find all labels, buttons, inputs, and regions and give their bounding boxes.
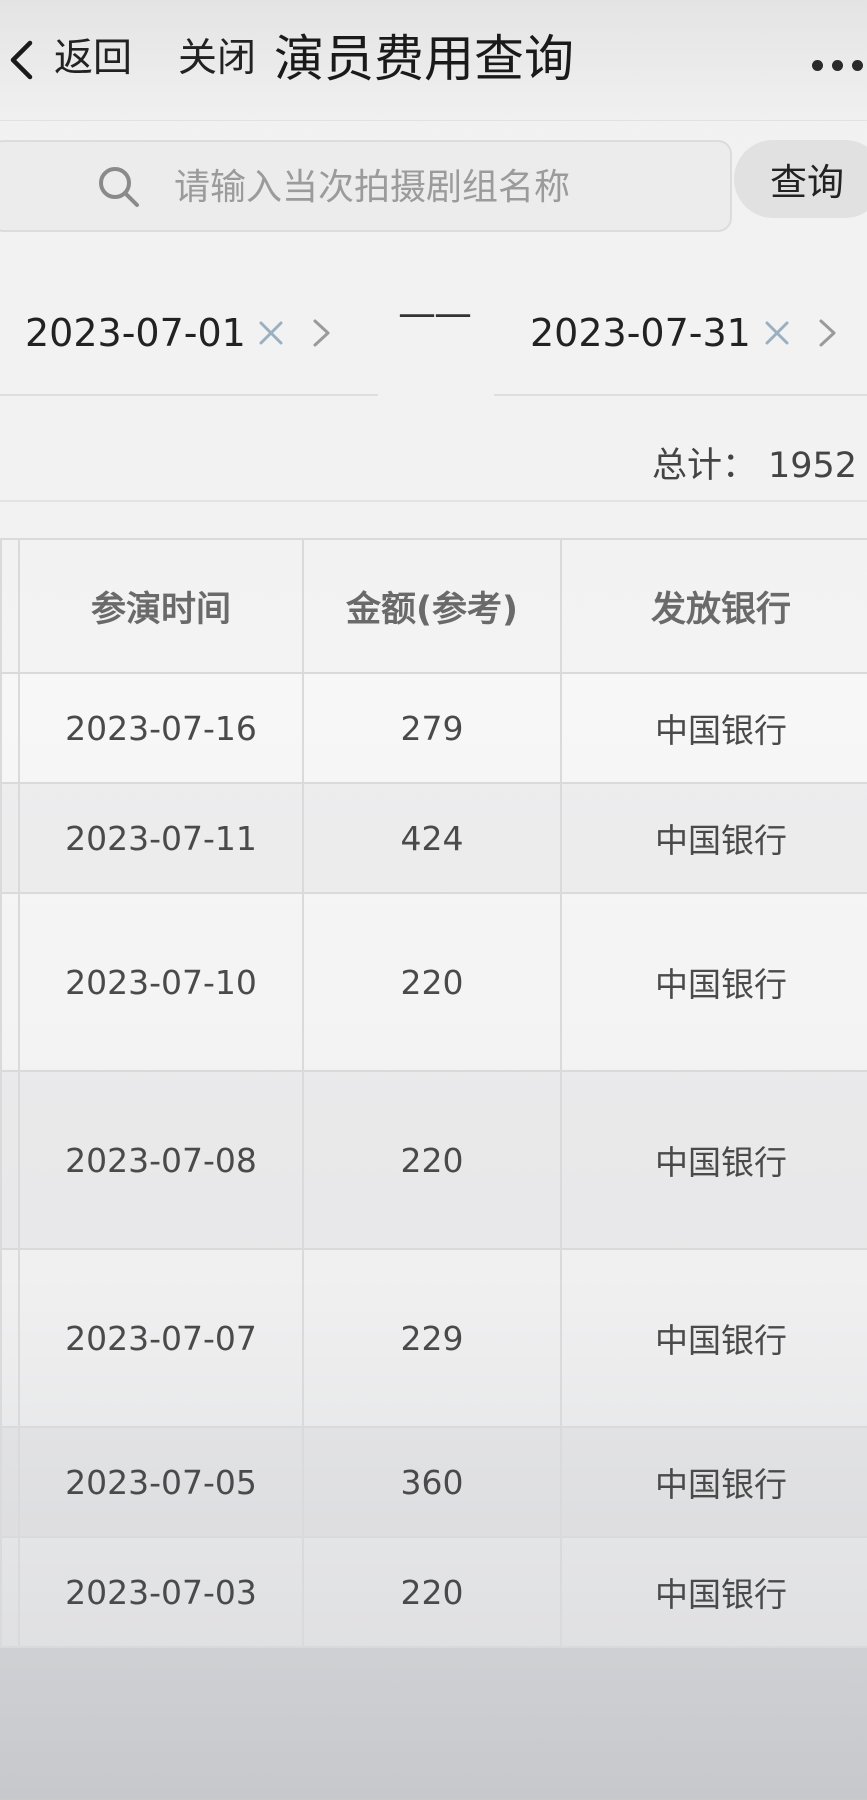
search-button[interactable]: 查询	[734, 140, 867, 218]
search-input[interactable]	[172, 156, 696, 218]
table-cell-bank: 中国银行	[560, 672, 867, 784]
total-summary: 总计： 1952	[0, 420, 867, 502]
table-cell-stub	[0, 1070, 20, 1250]
table-cell-bank: 中国银行	[560, 1248, 867, 1428]
search-icon	[99, 167, 139, 207]
close-icon[interactable]	[762, 318, 792, 348]
table-cell-date: 2023-07-07	[18, 1248, 304, 1428]
table-cell-bank: 中国银行	[560, 1070, 867, 1250]
table-cell-date: 2023-07-11	[18, 782, 304, 894]
table-cell-amount: 424	[302, 782, 562, 894]
back-button[interactable]: 返回	[54, 34, 132, 84]
table-cell-date: 2023-07-08	[18, 1070, 304, 1250]
table-row: 2023-07-08 220 中国银行	[0, 1070, 867, 1250]
table-cell-stub	[0, 1248, 20, 1428]
table-cell-bank: 中国银行	[560, 1426, 867, 1538]
table-cell-date: 2023-07-05	[18, 1426, 304, 1538]
table-row: 2023-07-11 424 中国银行	[0, 782, 867, 894]
table-cell-amount: 220	[302, 1070, 562, 1250]
total-value: 1952	[768, 446, 858, 486]
table-cell-amount: 229	[302, 1248, 562, 1428]
table-row: 2023-07-05 360 中国银行	[0, 1426, 867, 1538]
table-header-stub	[0, 538, 20, 674]
table-cell-bank: 中国银行	[560, 892, 867, 1072]
table-cell-date: 2023-07-10	[18, 892, 304, 1072]
end-date-value: 2023-07-31	[530, 311, 751, 355]
date-range-separator: ——	[398, 291, 472, 335]
table-cell-bank: 中国银行	[560, 1536, 867, 1648]
table-row: 2023-07-03 220 中国银行	[0, 1536, 867, 1648]
end-date-picker[interactable]: 2023-07-31	[494, 296, 867, 396]
start-date-value: 2023-07-01	[25, 311, 246, 355]
chevron-right-icon[interactable]	[812, 318, 842, 348]
chevron-right-icon[interactable]	[306, 318, 336, 348]
table-cell-date: 2023-07-16	[18, 672, 304, 784]
page-title: 演员费用查询	[274, 30, 574, 88]
more-dots-icon[interactable]	[812, 56, 867, 71]
chevron-left-icon[interactable]	[8, 40, 36, 80]
table-row: 2023-07-07 229 中国银行	[0, 1248, 867, 1428]
table-cell-amount: 279	[302, 672, 562, 784]
table-cell-stub	[0, 892, 20, 1072]
table-row: 2023-07-10 220 中国银行	[0, 892, 867, 1072]
search-box[interactable]	[0, 140, 732, 232]
table-header-amount: 金额(参考)	[302, 538, 562, 674]
close-button[interactable]: 关闭	[178, 34, 256, 84]
table-cell-amount: 360	[302, 1426, 562, 1538]
start-date-picker[interactable]: 2023-07-01	[0, 296, 378, 396]
table-cell-amount: 220	[302, 892, 562, 1072]
close-icon[interactable]	[256, 318, 286, 348]
table-header-row: 参演时间 金额(参考) 发放银行	[0, 538, 867, 674]
table-cell-stub	[0, 672, 20, 784]
table-cell-stub	[0, 782, 20, 894]
nav-bar: 返回 关闭 演员费用查询	[0, 0, 867, 121]
table-cell-stub	[0, 1426, 20, 1538]
table-header-date: 参演时间	[18, 538, 304, 674]
table-header-bank: 发放银行	[560, 538, 867, 674]
table-cell-stub	[0, 1536, 20, 1648]
table-cell-date: 2023-07-03	[18, 1536, 304, 1648]
fee-table: 参演时间 金额(参考) 发放银行 2023-07-16 279 中国银行 202…	[0, 538, 867, 1648]
table-row: 2023-07-16 279 中国银行	[0, 672, 867, 784]
total-label: 总计：	[652, 446, 758, 486]
table-cell-bank: 中国银行	[560, 782, 867, 894]
table-cell-amount: 220	[302, 1536, 562, 1648]
